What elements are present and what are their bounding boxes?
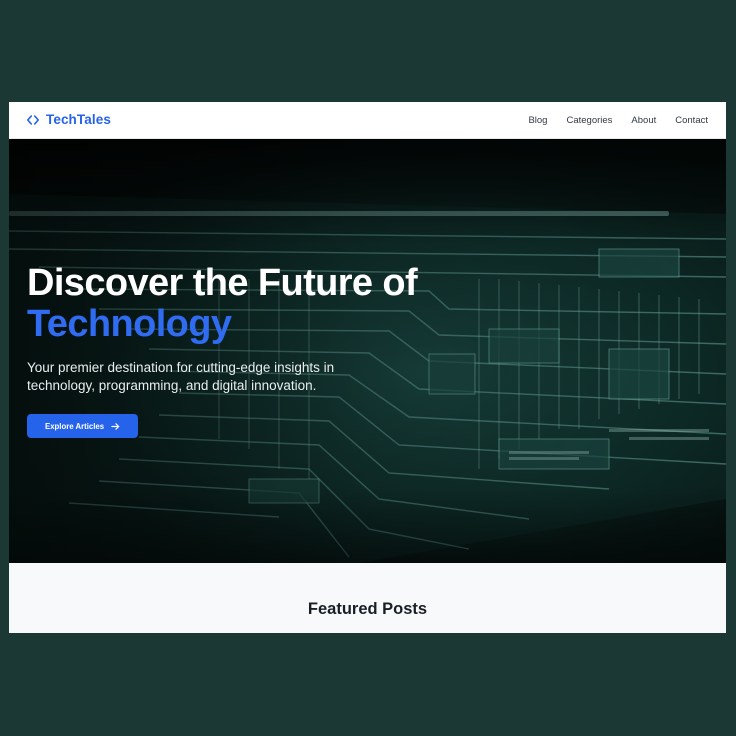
explore-articles-label: Explore Articles: [45, 421, 105, 431]
arrow-right-icon: [111, 422, 120, 430]
featured-posts-section: Featured Posts: [9, 563, 726, 633]
top-navbar: TechTales Blog Categories About Contact: [9, 102, 726, 139]
nav-link-contact[interactable]: Contact: [675, 115, 708, 126]
hero-content: Discover the Future of Technology Your p…: [27, 263, 547, 438]
nav-link-categories[interactable]: Categories: [566, 115, 612, 126]
explore-articles-button[interactable]: Explore Articles: [27, 414, 139, 438]
nav-link-about[interactable]: About: [631, 115, 656, 126]
hero-subtitle: Your premier destination for cutting-edg…: [27, 360, 335, 393]
featured-posts-heading: Featured Posts: [307, 600, 428, 618]
main-nav: Blog Categories About Contact: [528, 115, 708, 126]
hero-title-line1: Discover the Future of: [27, 262, 418, 304]
nav-link-blog[interactable]: Blog: [528, 115, 547, 126]
brand-logo[interactable]: TechTales: [26, 112, 111, 127]
hero-section: Discover the Future of Technology Your p…: [9, 139, 726, 563]
code-brackets-icon: [26, 114, 40, 125]
hero-title-accent: Technology: [27, 303, 232, 345]
brand-name: TechTales: [46, 112, 111, 127]
hero-title: Discover the Future of Technology: [27, 263, 547, 345]
browser-viewport: TechTales Blog Categories About Contact: [9, 102, 726, 633]
